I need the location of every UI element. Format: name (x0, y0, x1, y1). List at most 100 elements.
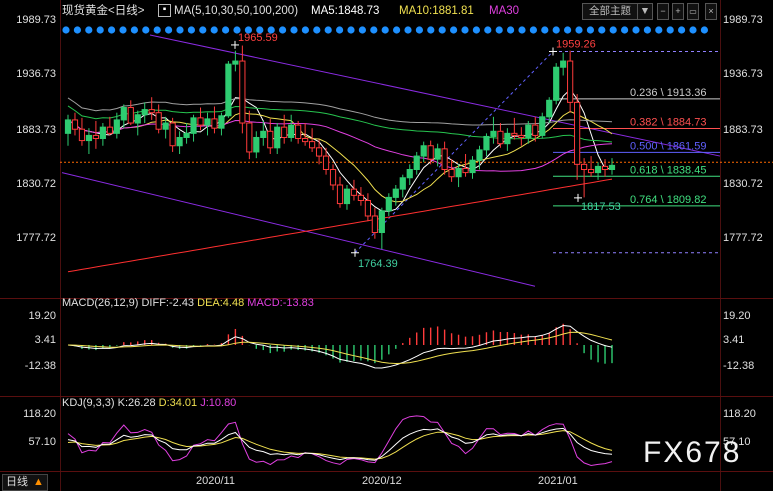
event-dot-icon (678, 26, 686, 34)
event-dot-icon (552, 26, 560, 34)
candle-body (281, 126, 288, 138)
candle-body (343, 188, 351, 205)
event-dot-icon (301, 26, 309, 34)
candle-body (392, 188, 399, 198)
candle-body (141, 109, 148, 116)
event-dot-icon (347, 26, 355, 34)
event-dot-icon (279, 26, 287, 34)
event-dot-icon (210, 26, 218, 34)
event-dot-icon (427, 26, 435, 34)
event-dot-icon (541, 26, 549, 34)
candle-body (420, 145, 427, 157)
candle-body (64, 119, 72, 134)
event-dot-icon (62, 26, 70, 34)
candle-body (106, 126, 113, 134)
fib-level-label: 0.500 \ 1861.59 (630, 140, 706, 152)
annotation-low2: 1817.53 (581, 201, 621, 213)
candle-body (567, 60, 574, 103)
chart-canvas: 0.236 \ 1913.36 0.382 \ 1884.73 0.500 \ 18… (60, 26, 773, 467)
candle-body (399, 177, 406, 190)
kdj-k-line (67, 427, 613, 461)
candle-body (518, 134, 525, 138)
event-dot-icon (313, 26, 321, 34)
event-dot-icon (575, 26, 583, 34)
candle-body (329, 169, 337, 186)
candle-body (546, 99, 553, 118)
candle-body (350, 188, 358, 196)
candle-body (357, 194, 365, 201)
candle-body (434, 148, 441, 160)
event-dot-icon (165, 26, 173, 34)
event-dot-icon (643, 26, 652, 34)
candle-body (232, 60, 239, 65)
candle-body (267, 130, 274, 149)
candle-body (315, 147, 323, 157)
candle-body (274, 126, 281, 149)
candle-body (378, 210, 385, 234)
fib-level-label: 0.382 \ 1884.73 (630, 116, 706, 128)
candle-body (204, 118, 211, 126)
event-dot-icon (518, 26, 526, 34)
candle-body (169, 122, 176, 147)
candle-body (608, 164, 616, 171)
candle-body (246, 122, 253, 153)
candle-body (469, 159, 476, 174)
event-dot-icon (130, 26, 138, 34)
candle-body (162, 122, 169, 130)
candle-body (113, 119, 120, 134)
candle-body (574, 101, 581, 165)
event-dot-icon (85, 26, 93, 34)
event-dot-icon (222, 26, 230, 34)
candle-body (92, 134, 99, 140)
kdj-j-line (67, 415, 613, 467)
candle-body (385, 196, 392, 212)
event-dot-icon (621, 26, 629, 34)
candle-body (371, 215, 378, 234)
candle-body (155, 112, 162, 130)
candle-body (295, 124, 302, 140)
candle-body (406, 169, 413, 179)
event-dot-icon (336, 26, 344, 34)
candle-body (525, 124, 532, 138)
event-dot-icon (199, 26, 207, 34)
candle-body (336, 184, 344, 205)
candle-body (302, 138, 309, 143)
candle-body (581, 163, 588, 171)
candle-body (218, 115, 225, 129)
candle-body (127, 107, 134, 124)
candle-body (364, 199, 371, 217)
event-dot-icon (438, 26, 446, 34)
candle-body (71, 119, 79, 130)
candle-body (288, 124, 295, 138)
event-dot-icon (142, 26, 150, 34)
event-dot-icon (507, 26, 515, 34)
event-dot-icon (96, 26, 104, 34)
annotation-high1: 1965.59 (238, 32, 278, 44)
event-dot-icon (472, 26, 480, 34)
candle-body (134, 114, 141, 124)
event-dot-icon (119, 26, 127, 34)
event-dot-icon (108, 26, 116, 34)
candle-body (427, 145, 434, 160)
candle-body (120, 107, 127, 121)
candle-body (322, 155, 330, 171)
candle-body (239, 60, 246, 124)
event-dot-icon (564, 26, 572, 34)
event-dot-icon (700, 26, 709, 34)
event-dot-icon (666, 26, 674, 34)
event-dot-icon (461, 26, 469, 34)
chart-window: { "header": { "title": "现货黄金<日线>", "ma_p… (0, 0, 773, 491)
fib-level-label: 0.764 \ 1809.82 (630, 194, 706, 206)
event-dot-icon (404, 26, 412, 34)
event-dot-icon (358, 26, 366, 34)
event-dot-icon (632, 26, 640, 34)
candle-body (497, 130, 504, 145)
candle-body (85, 134, 93, 142)
candle-body (309, 141, 316, 149)
channel-lower-line (61, 172, 536, 287)
annotation-high2: 1959.26 (556, 38, 596, 50)
fib-level-label: 0.618 \ 1838.45 (630, 164, 706, 176)
candle-body (601, 165, 609, 171)
event-dot-icon (176, 26, 184, 34)
candle-body (225, 63, 232, 117)
